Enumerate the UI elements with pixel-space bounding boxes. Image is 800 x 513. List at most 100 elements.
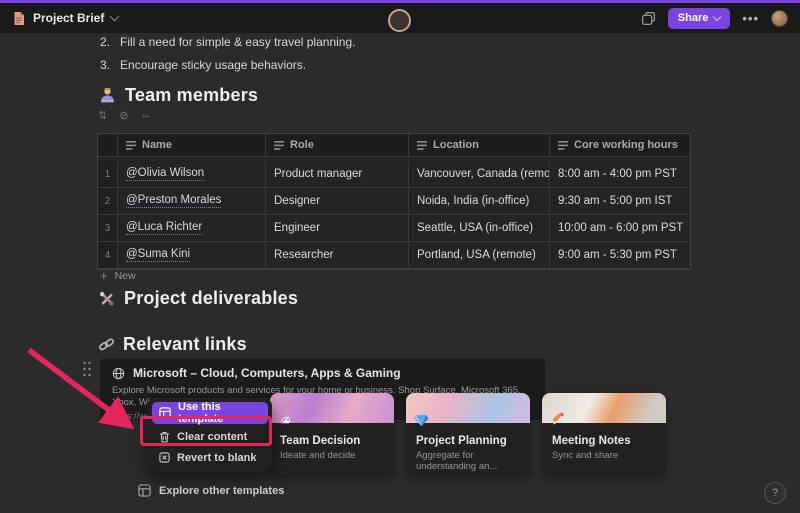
template-card-project-planning[interactable]: Project Planning Aggregate for understan… [406,393,530,477]
template-subtitle: Ideate and decide [280,450,384,461]
link-title[interactable]: Microsoft – Cloud, Computers, Apps & Gam… [133,366,401,380]
new-row-label: New [115,270,136,282]
cell-name[interactable]: @Olivia Wilson [118,161,266,188]
resize-columns-icon[interactable]: ↔ [140,109,151,122]
template-title: Project Planning [416,435,520,447]
user-mention[interactable]: @Olivia Wilson [126,167,204,181]
hide-icon[interactable]: ⊘ [119,109,128,122]
plus-icon: + [100,268,108,283]
trash-icon [159,431,170,443]
cell-name[interactable]: @Luca Richter [118,215,266,242]
cell-role[interactable]: Product manager [266,161,409,188]
cell-role[interactable]: Engineer [266,215,409,242]
share-button[interactable]: Share [668,8,731,29]
cell-location[interactable]: Seattle, USA (in-office) [409,215,550,242]
cell-role[interactable]: Designer [266,188,409,215]
template-context-menu: Use this template Clear content Revert t… [148,398,272,472]
list-item[interactable]: 3. Encourage sticky usage behaviors. [100,58,306,72]
list-item[interactable]: 2. Fill a need for simple & easy travel … [100,35,355,49]
templates-grid-icon [138,484,151,497]
section-heading-team-members: Team members [98,85,258,106]
link-emoji-icon [98,336,115,353]
template-title: Meeting Notes [552,435,656,447]
page-title: Project Brief [33,11,104,25]
user-avatar[interactable] [771,10,788,27]
column-label: Name [142,139,172,151]
column-label: Location [433,139,479,151]
globe-icon [112,367,125,380]
menu-label: Revert to blank [177,452,256,464]
section-title: Relevant links [123,334,247,355]
template-subtitle: Aggregate for understanding an... [416,450,520,472]
column-header-hours[interactable]: Core working hours [550,134,689,157]
cell-hours[interactable]: 8:00 am - 4:00 pm PST [550,161,689,188]
cell-name[interactable]: @Preston Morales [118,188,266,215]
list-number: 2. [100,35,110,49]
cell-role[interactable]: Researcher [266,242,409,269]
template-thumbnail [542,393,666,423]
table-corner [98,134,118,157]
explore-label: Explore other templates [159,485,284,497]
column-label: Role [290,139,314,151]
column-header-role[interactable]: Role [266,134,409,157]
sort-icon[interactable]: ⇅ [98,109,107,122]
template-card-team-decision[interactable]: Team Decision Ideate and decide [270,393,394,477]
duplicate-icon[interactable] [641,11,656,26]
template-card-meeting-notes[interactable]: Meeting Notes Sync and share [542,393,666,477]
row-number: 4 [98,242,118,269]
page-doc-icon [12,11,26,26]
template-thumbnail [406,393,530,423]
chevron-down-icon[interactable] [110,12,120,22]
technologist-emoji-icon [98,86,117,105]
cell-location[interactable]: Vancouver, Canada (remote) [409,161,550,188]
list-number: 3. [100,58,110,72]
cell-hours[interactable]: 10:00 am - 6:00 pm PST [550,215,689,242]
list-text: Fill a need for simple & easy travel pla… [120,35,355,49]
column-label: Core working hours [574,139,678,151]
notion-app-window: Project Brief Share ••• 2. Fill a need f… [0,0,800,513]
section-heading-links: Relevant links [98,334,247,355]
tools-emoji-icon [98,290,116,308]
section-title: Team members [125,85,258,106]
collaborator-avatar[interactable] [388,9,411,32]
template-subtitle: Sync and share [552,450,656,461]
help-button[interactable]: ? [764,482,786,504]
share-chevron-icon [713,12,721,20]
template-title: Team Decision [280,435,384,447]
pencil-emoji-icon [550,412,565,427]
user-mention[interactable]: @Suma Kini [126,248,190,262]
team-members-table[interactable]: Name Role Location Core working hours 1 … [97,133,691,270]
template-icon [159,407,171,419]
user-mention[interactable]: @Preston Morales [126,194,221,208]
cell-name[interactable]: @Suma Kini [118,242,266,269]
row-number: 1 [98,161,118,188]
text-property-icon [417,141,427,150]
list-text: Encourage sticky usage behaviors. [120,58,306,72]
text-property-icon [274,141,284,150]
cell-hours[interactable]: 9:00 am - 5:30 pm PST [550,242,689,269]
menu-label: Clear content [177,431,247,443]
column-header-location[interactable]: Location [409,134,550,157]
section-title: Project deliverables [124,288,298,309]
cell-hours[interactable]: 9:30 am - 5:00 pm IST [550,188,689,215]
clear-content-button[interactable]: Clear content [152,426,268,447]
block-drag-handle-icon[interactable] [82,360,92,376]
user-mention[interactable]: @Luca Richter [126,221,202,235]
explore-other-templates-button[interactable]: Explore other templates [138,484,284,497]
template-thumbnail [270,393,394,423]
row-number: 2 [98,188,118,215]
row-number: 3 [98,215,118,242]
text-property-icon [126,141,136,150]
cell-location[interactable]: Noida, India (in-office) [409,188,550,215]
column-header-name[interactable]: Name [118,134,266,157]
section-heading-deliverables: Project deliverables [98,288,298,309]
cell-location[interactable]: Portland, USA (remote) [409,242,550,269]
revert-to-blank-button[interactable]: Revert to blank [152,447,268,468]
unicorn-emoji-icon [278,412,293,427]
share-label: Share [678,12,709,24]
table-new-row-button[interactable]: + New [100,268,136,283]
breadcrumb[interactable]: Project Brief [12,11,118,26]
more-options-button[interactable]: ••• [742,11,759,26]
use-this-template-button[interactable]: Use this template [152,402,268,424]
topbar: Project Brief Share ••• [0,3,800,33]
